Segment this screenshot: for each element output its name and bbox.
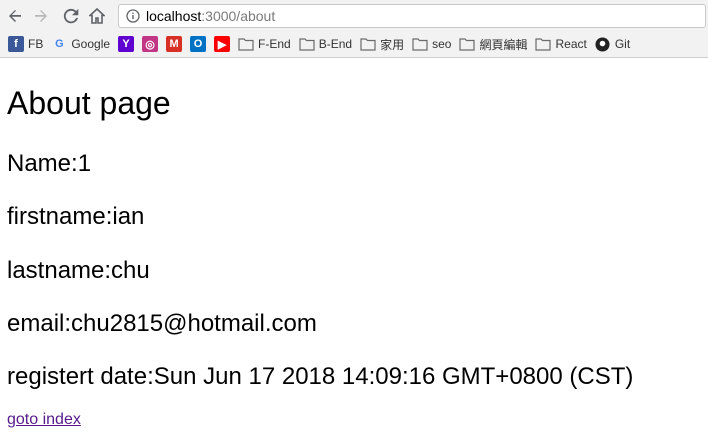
folder-icon — [535, 36, 552, 52]
address-bar[interactable]: localhost:3000/about — [118, 4, 706, 28]
instagram-icon: ◎ — [142, 36, 159, 52]
bookmarks-bar: f FB G Google Y ◎ M O ▶ F-End B-End 家用 seo 網頁編輯 React G… — [0, 33, 708, 55]
folder-icon — [459, 36, 476, 52]
bookmark-item[interactable]: O — [190, 34, 207, 54]
bookmark-item[interactable]: ▶ — [214, 34, 231, 54]
folder-icon — [238, 36, 254, 52]
reload-button[interactable] — [60, 6, 82, 26]
facebook-icon: f — [8, 36, 24, 52]
email-line: email:chu2815@hotmail.com — [7, 310, 317, 337]
bookmark-item[interactable]: Y — [118, 34, 135, 54]
url-host: localhost — [146, 8, 202, 24]
bookmark-item[interactable]: seo — [412, 34, 451, 54]
bookmark-label: 家用 — [380, 37, 405, 52]
firstname-line: firstname:ian — [7, 203, 145, 230]
bookmark-label: F-End — [258, 37, 291, 51]
browser-toolbar: localhost:3000/about — [0, 0, 708, 32]
bookmark-item[interactable]: Git — [595, 34, 630, 54]
folder-icon — [360, 36, 376, 52]
bookmark-item[interactable]: ◎ — [142, 34, 159, 54]
url-text: localhost:3000/about — [146, 8, 275, 24]
page-title: About page — [7, 85, 171, 121]
forward-button[interactable] — [30, 6, 52, 26]
bookmark-label: B-End — [318, 37, 353, 51]
folder-icon — [299, 36, 315, 52]
yahoo-icon: Y — [118, 36, 135, 52]
lastname-line: lastname:chu — [7, 257, 150, 284]
bookmark-item[interactable]: M — [166, 34, 183, 54]
github-icon — [595, 36, 611, 52]
gmail-icon: M — [166, 36, 183, 52]
goto-index-link[interactable]: goto index — [7, 411, 81, 429]
home-icon — [89, 8, 105, 24]
bookmark-label: 網頁編輯 — [479, 37, 528, 52]
bookmark-item[interactable]: B-End — [299, 34, 352, 54]
bookmark-item[interactable]: G Google — [51, 34, 110, 54]
browser-chrome: localhost:3000/about f FB G Google Y ◎ M O ▶ F-En… — [0, 0, 708, 58]
bookmark-label: Git — [614, 37, 631, 51]
bookmark-label: FB — [28, 37, 44, 51]
bookmark-label: Google — [71, 37, 111, 51]
home-button[interactable] — [86, 6, 108, 26]
arrow-left-icon — [9, 10, 21, 22]
reload-icon — [63, 8, 79, 24]
bookmark-item[interactable]: 家用 — [360, 34, 404, 54]
google-icon: G — [55, 38, 64, 50]
outlook-icon: O — [190, 36, 207, 52]
name-line: Name:1 — [7, 150, 92, 177]
url-path: :3000/about — [201, 8, 276, 24]
bookmark-item[interactable]: 網頁編輯 — [459, 34, 527, 54]
folder-icon — [412, 36, 428, 52]
bookmark-item[interactable]: f FB — [8, 34, 43, 54]
arrow-right-icon — [35, 10, 47, 22]
bookmark-label: React — [555, 37, 587, 51]
back-button[interactable] — [4, 6, 26, 26]
bookmark-item[interactable]: F-End — [238, 34, 291, 54]
info-icon[interactable] — [126, 9, 140, 23]
register-date-line: registert date:Sun Jun 17 2018 14:09:16 … — [7, 363, 634, 390]
bookmark-label: seo — [432, 37, 452, 51]
bookmark-item[interactable]: React — [535, 34, 587, 54]
youtube-icon: ▶ — [214, 36, 231, 52]
